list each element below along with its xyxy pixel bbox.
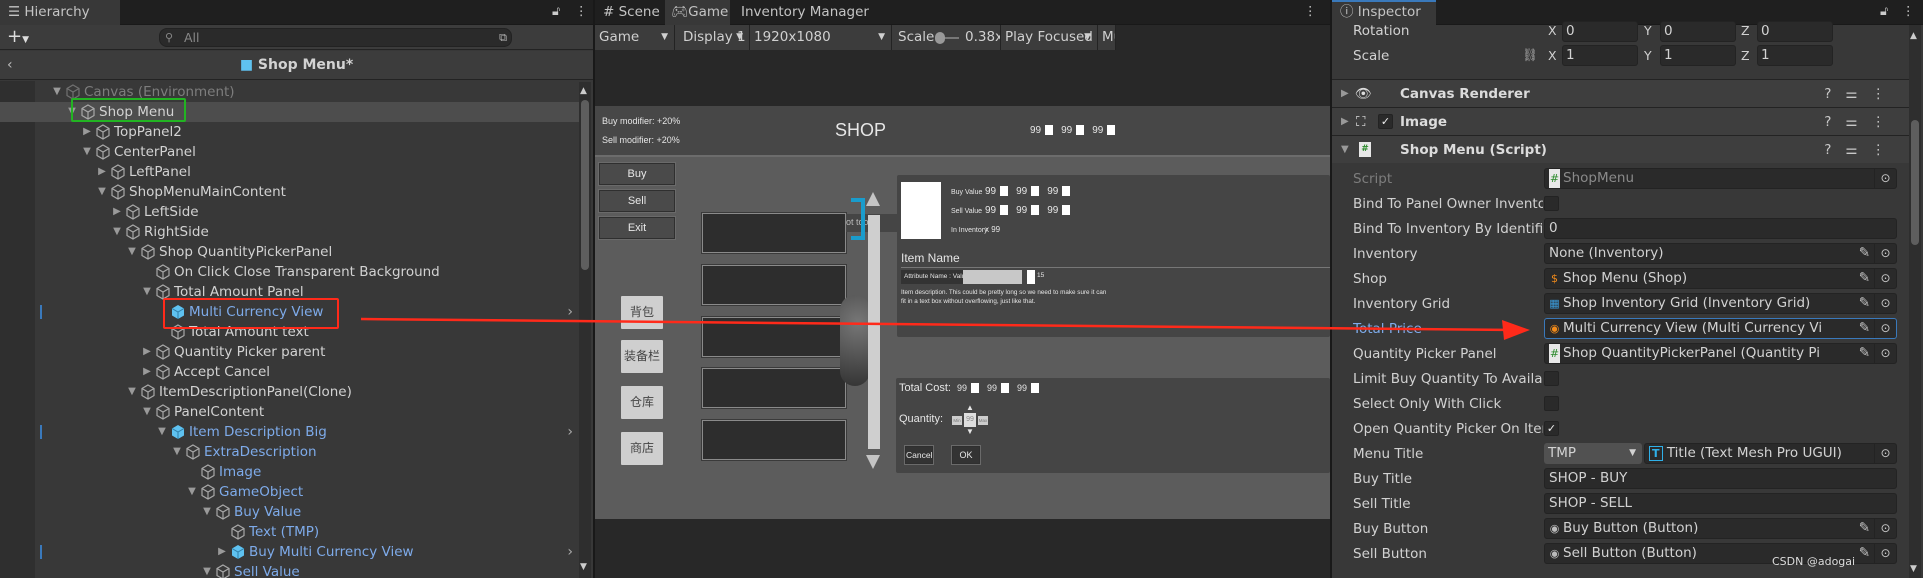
annotation-arrow bbox=[360, 317, 1530, 340]
arrow-head bbox=[1502, 320, 1530, 340]
arrow-line bbox=[360, 317, 1517, 332]
